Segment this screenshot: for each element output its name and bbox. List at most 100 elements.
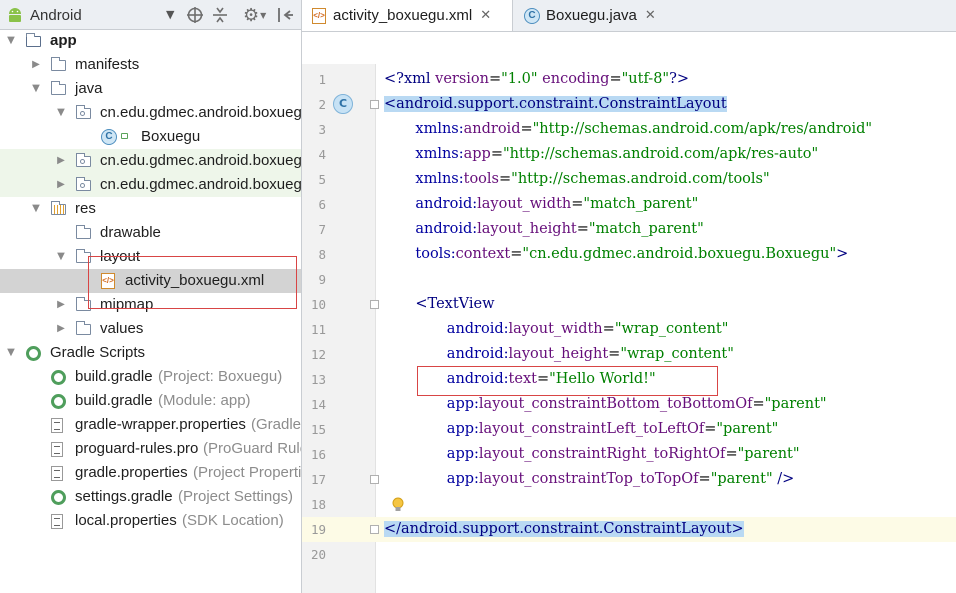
code-line[interactable]: 15 app:layout_constraintLeft_toLeftOf="pa… — [302, 417, 956, 442]
code-line[interactable]: 17 app:layout_constraintTop_toTopOf="pare… — [302, 467, 956, 492]
code-token: android — [463, 121, 521, 137]
code-line[interactable]: 4 xmlns:app="http://schemas.android.com/a… — [302, 142, 956, 167]
code-line[interactable]: 1 <?xml version="1.0" encoding="utf-8"?> — [302, 67, 956, 92]
code-token: layout_width — [508, 321, 603, 337]
tree-item-description: (Project Properties) — [193, 464, 301, 481]
tree-item[interactable]: ▼ res — [0, 197, 301, 221]
crosshair-icon — [187, 7, 203, 23]
collapse-arrow-icon[interactable]: ▶ — [54, 149, 68, 173]
tab-boxuegu-java[interactable]: C Boxuegu.java ✕ — [514, 0, 674, 31]
collapse-arrow-icon[interactable]: ▶ — [54, 317, 68, 341]
line-number: 17 — [310, 472, 326, 487]
code-token: = — [752, 396, 765, 412]
code-line[interactable]: 20 — [302, 542, 956, 567]
collapse-arrow-icon[interactable]: ▶ — [29, 53, 43, 77]
expand-arrow-icon[interactable]: ▼ — [4, 29, 18, 53]
expand-arrow-icon[interactable]: ▼ — [54, 245, 68, 269]
tree-item-label: Boxuegu — [141, 128, 201, 145]
tree-item-label: local.properties — [75, 512, 177, 529]
code-line[interactable]: 9 — [302, 267, 956, 292]
code-token: "parent" — [716, 421, 779, 437]
tree-item-description: (Project Settings) — [178, 488, 294, 505]
expand-arrow-icon[interactable]: ▼ — [54, 101, 68, 125]
collapse-all-button[interactable] — [211, 0, 229, 30]
code-line[interactable]: 7 android:layout_height="match_parent" — [302, 217, 956, 242]
tree-item[interactable]: proguard-rules.pro(ProGuard Rules for ap… — [0, 437, 301, 461]
lightbulb-icon[interactable] — [391, 497, 405, 513]
code-text: app:layout_constraintLeft_toLeftOf="pare… — [447, 417, 779, 442]
close-icon[interactable]: ✕ — [645, 8, 656, 23]
code-editor: </> activity_boxuegu.xml ✕ C Boxuegu.jav… — [302, 0, 956, 593]
code-line[interactable]: 11 android:layout_width="wrap_content" — [302, 317, 956, 342]
code-line[interactable]: 2 <android.support.constraint.ConstraintL… — [302, 92, 956, 117]
expand-arrow-icon[interactable]: ▼ — [29, 197, 43, 221]
code-line[interactable]: 10 <TextView — [302, 292, 956, 317]
code-token: = — [520, 121, 533, 137]
line-number: 19 — [310, 522, 326, 537]
expand-arrow-icon[interactable]: ▼ — [29, 77, 43, 101]
code-text: tools:context="cn.edu.gdmec.android.boxu… — [415, 242, 848, 267]
tree-item-label: cn.edu.gdmec.android.boxuegu — [100, 176, 301, 193]
tab-activity-boxuegu-xml[interactable]: </> activity_boxuegu.xml ✕ — [302, 0, 513, 31]
tree-item-label: gradle.properties — [75, 464, 188, 481]
code-line[interactable]: 12 android:layout_height="wrap_content" — [302, 342, 956, 367]
code-token: = — [499, 171, 512, 187]
line-number: 12 — [310, 347, 326, 362]
code-line[interactable]: 19 </android.support.constraint.Constrain… — [302, 517, 956, 542]
tree-item[interactable]: ▼ java — [0, 77, 301, 101]
tree-item[interactable]: ▼ Gradle Scripts — [0, 341, 301, 365]
class-icon: C — [524, 7, 540, 24]
expand-arrow-icon[interactable]: ▼ — [4, 341, 18, 365]
android-view-selector[interactable]: Android ▼ — [6, 0, 174, 30]
chevron-down-icon: ▼ — [166, 8, 175, 21]
tree-item[interactable]: ▶ cn.edu.gdmec.android.boxuegu — [0, 149, 301, 173]
tree-item[interactable]: ▼ app — [0, 29, 301, 53]
code-token: layout_constraintBottom_toBottomOf — [478, 396, 753, 412]
settings-button[interactable]: ⚙ ▼ — [243, 0, 266, 30]
fold-marker-icon[interactable] — [370, 100, 379, 109]
fold-marker-icon[interactable] — [370, 475, 379, 484]
code-line[interactable]: 6 android:layout_width="match_parent" — [302, 192, 956, 217]
collapse-arrow-icon[interactable]: ▶ — [54, 293, 68, 317]
hide-panel-button[interactable] — [276, 0, 294, 30]
tree-item[interactable]: C Boxuegu — [0, 125, 301, 149]
code-token: app: — [446, 421, 479, 437]
tree-item[interactable]: ▶ cn.edu.gdmec.android.boxuegu — [0, 173, 301, 197]
project-toolbar: Android ▼ ⚙ ▼ — [0, 0, 301, 30]
tree-item-label: Gradle Scripts — [50, 344, 146, 361]
code-text: <android.support.constraint.ConstraintLa… — [384, 92, 727, 117]
line-number: 7 — [318, 222, 326, 237]
tree-item[interactable]: build.gradle (Module: app) — [0, 389, 301, 413]
code-token: layout_constraintTop_toTopOf — [478, 471, 699, 487]
code-token: = — [698, 471, 711, 487]
scroll-from-source-button[interactable] — [186, 0, 204, 30]
tree-item[interactable]: settings.gradle (Project Settings) — [0, 485, 301, 509]
class-marker-icon[interactable]: C — [333, 94, 353, 114]
tree-item[interactable]: gradle.properties (Project Properties) — [0, 461, 301, 485]
code-text: android:layout_height="match_parent" — [415, 217, 703, 242]
fold-marker-icon[interactable] — [370, 525, 379, 534]
code-token: layout_height — [508, 346, 609, 362]
tree-item-label: cn.edu.gdmec.android.boxuegu — [100, 152, 301, 169]
collapse-arrow-icon[interactable]: ▶ — [54, 173, 68, 197]
code-token: <? — [384, 71, 404, 87]
code-line[interactable]: 16 app:layout_constraintRight_toRightOf="… — [302, 442, 956, 467]
code-token: android: — [446, 321, 509, 337]
tree-item[interactable]: drawable — [0, 221, 301, 245]
code-line[interactable]: 5 xmlns:tools="http://schemas.android.com… — [302, 167, 956, 192]
tree-item[interactable]: ▶ manifests — [0, 53, 301, 77]
code-line[interactable]: 3 xmlns:android="http://schemas.android.c… — [302, 117, 956, 142]
tree-item[interactable]: build.gradle (Project: Boxuegu) — [0, 365, 301, 389]
tree-item-label: java — [75, 80, 103, 97]
fold-marker-icon[interactable] — [370, 300, 379, 309]
tree-item[interactable]: gradle-wrapper.properties (Gradle Version… — [0, 413, 301, 437]
code-line[interactable]: 8 tools:context="cn.edu.gdmec.android.box… — [302, 242, 956, 267]
code-token: "parent" — [764, 396, 827, 412]
code-token: android: — [415, 196, 478, 212]
close-icon[interactable]: ✕ — [480, 8, 491, 23]
tree-item[interactable]: ▶ values — [0, 317, 301, 341]
tree-item[interactable]: ▼ cn.edu.gdmec.android.boxuegu — [0, 101, 301, 125]
code-token: = — [576, 221, 589, 237]
tree-item[interactable]: local.properties (SDK Location) — [0, 509, 301, 533]
code-token: app: — [446, 446, 479, 462]
